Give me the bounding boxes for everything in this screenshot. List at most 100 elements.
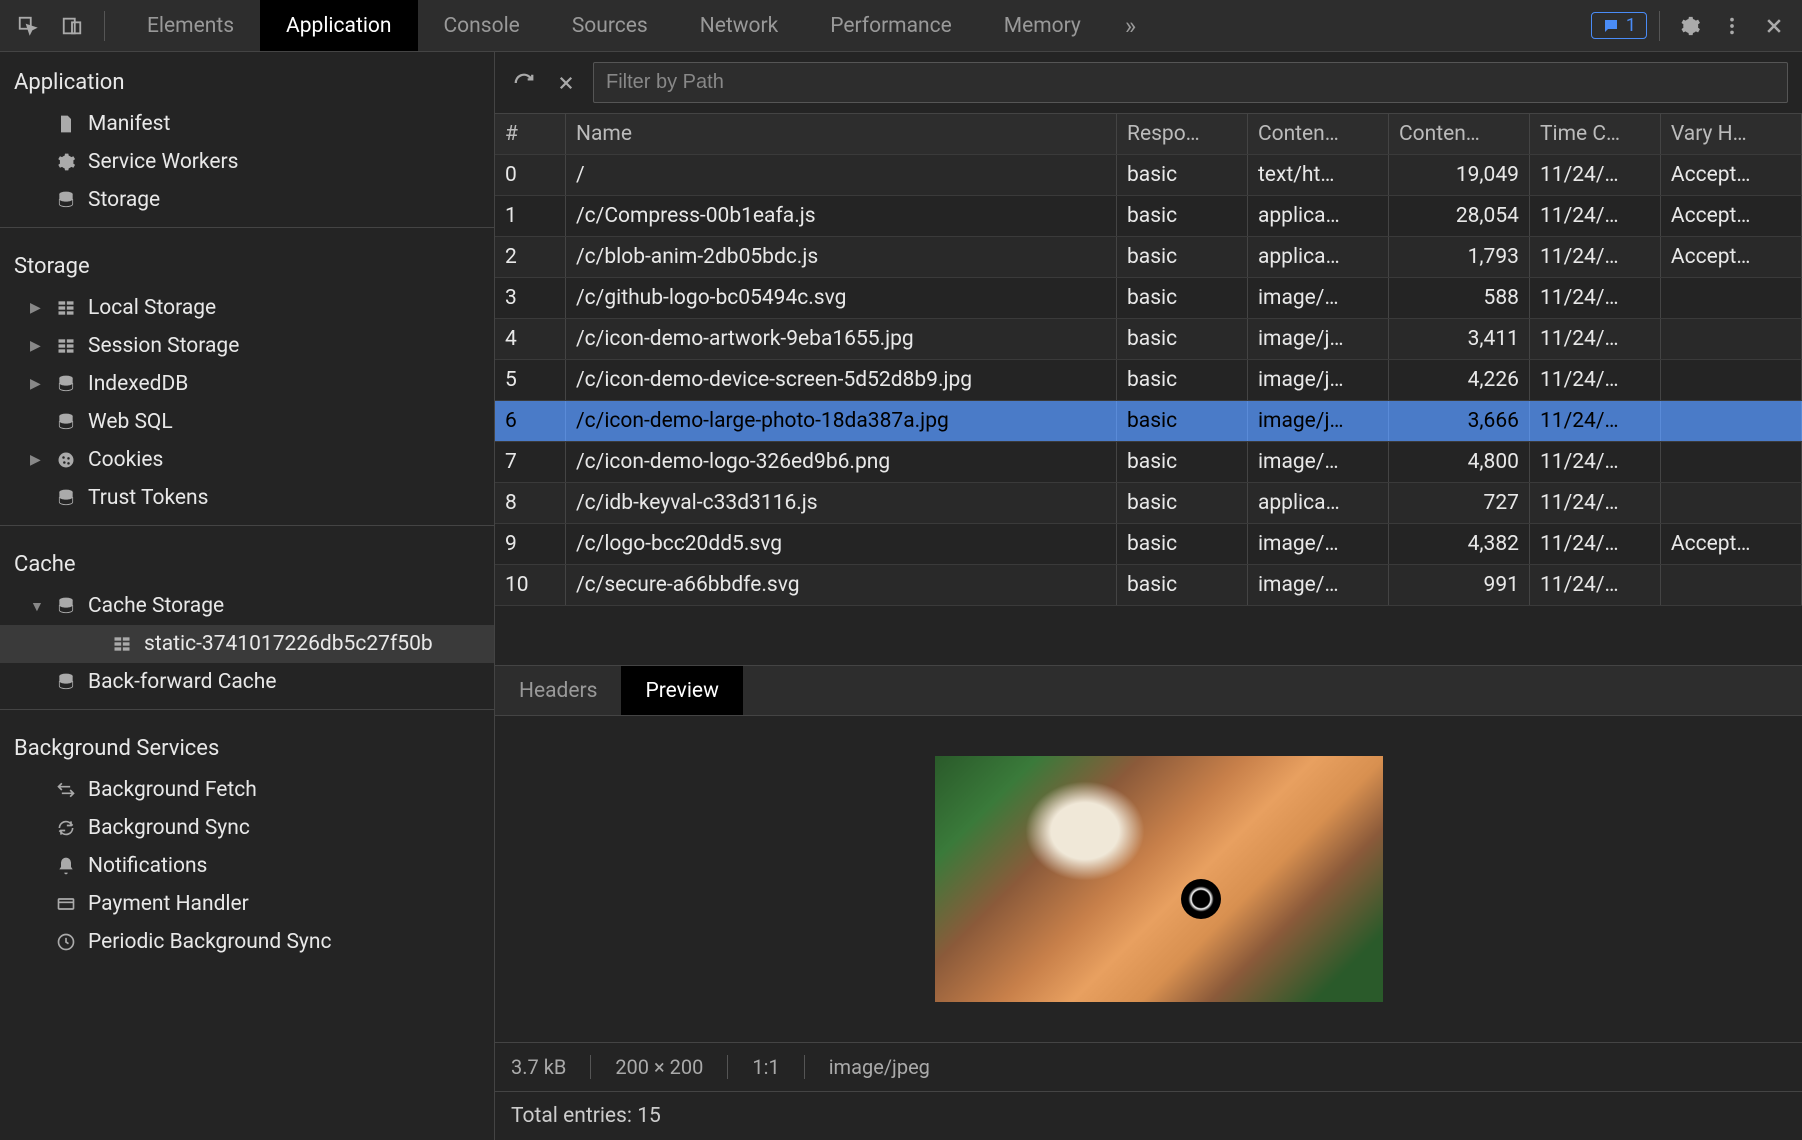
cell-idx: 0 [495, 155, 566, 196]
cell-idx: 4 [495, 319, 566, 360]
cell-time: 11/24/… [1529, 155, 1660, 196]
tab-console[interactable]: Console [418, 0, 546, 51]
sidebar-item-cookies[interactable]: ▶ Cookies [0, 441, 494, 479]
clear-icon[interactable] [551, 68, 581, 98]
cell-vary [1660, 360, 1801, 401]
table-icon [110, 632, 134, 656]
col-index[interactable]: # [495, 114, 566, 155]
cell-resp: basic [1117, 237, 1248, 278]
sidebar-item-label: Trust Tokens [88, 486, 208, 510]
cell-ctype: image/… [1247, 524, 1388, 565]
inspect-icon[interactable] [10, 8, 46, 44]
preview-size: 3.7 kB [511, 1055, 591, 1079]
sidebar-item-payment-handler[interactable]: Payment Handler [0, 885, 494, 923]
section-divider [0, 709, 494, 710]
tab-elements[interactable]: Elements [121, 0, 260, 51]
tabs-overflow[interactable]: » [1107, 0, 1154, 51]
table-row[interactable]: 7/c/icon-demo-logo-326ed9b6.pngbasicimag… [495, 442, 1802, 483]
tab-sources[interactable]: Sources [546, 0, 674, 51]
table-row[interactable]: 2/c/blob-anim-2db05bdc.jsbasicapplica…1,… [495, 237, 1802, 278]
cell-idx: 8 [495, 483, 566, 524]
sidebar-item-background-fetch[interactable]: Background Fetch [0, 771, 494, 809]
tab-memory[interactable]: Memory [978, 0, 1107, 51]
section-title: Application [0, 52, 494, 105]
detail-tab-preview[interactable]: Preview [621, 666, 742, 715]
cookie-icon [54, 448, 78, 472]
section-title: Storage [0, 236, 494, 289]
cell-clen: 4,226 [1388, 360, 1529, 401]
sidebar-item-cache-storage[interactable]: ▼Cache Storage [0, 587, 494, 625]
cell-name: /c/icon-demo-device-screen-5d52d8b9.jpg [566, 360, 1117, 401]
table-row[interactable]: 9/c/logo-bcc20dd5.svgbasicimage/…4,38211… [495, 524, 1802, 565]
cell-vary [1660, 401, 1801, 442]
preview-dimensions: 200 × 200 [591, 1055, 728, 1079]
cell-clen: 28,054 [1388, 196, 1529, 237]
col-vary-header[interactable]: Vary H… [1660, 114, 1801, 155]
sidebar-item-service-workers[interactable]: Service Workers [0, 143, 494, 181]
cell-name: /c/logo-bcc20dd5.svg [566, 524, 1117, 565]
col-response-type[interactable]: Respo… [1117, 114, 1248, 155]
detail-tab-headers[interactable]: Headers [495, 666, 621, 715]
sidebar-item-label: Cookies [88, 448, 163, 472]
cell-time: 11/24/… [1529, 401, 1660, 442]
cell-ctype: image/j… [1247, 360, 1388, 401]
refresh-icon[interactable] [509, 68, 539, 98]
sidebar-item-web-sql[interactable]: Web SQL [0, 403, 494, 441]
table-row[interactable]: 10/c/secure-a66bbdfe.svgbasicimage/…9911… [495, 565, 1802, 606]
cell-vary [1660, 278, 1801, 319]
table-row[interactable]: 3/c/github-logo-bc05494c.svgbasicimage/…… [495, 278, 1802, 319]
table-row[interactable]: 1/c/Compress-00b1eafa.jsbasicapplica…28,… [495, 196, 1802, 237]
sidebar-item-indexeddb[interactable]: ▶IndexedDB [0, 365, 494, 403]
section-title: Background Services [0, 718, 494, 771]
sidebar-item-label: Session Storage [88, 334, 239, 358]
table-row[interactable]: 5/c/icon-demo-device-screen-5d52d8b9.jpg… [495, 360, 1802, 401]
sidebar-item-background-sync[interactable]: Background Sync [0, 809, 494, 847]
col-name[interactable]: Name [566, 114, 1117, 155]
col-content-type[interactable]: Conten… [1247, 114, 1388, 155]
col-content-length[interactable]: Conten… [1388, 114, 1529, 155]
tab-application[interactable]: Application [260, 0, 417, 51]
filter-input[interactable] [593, 62, 1788, 103]
table-icon [54, 296, 78, 320]
caret-icon: ▶ [30, 338, 44, 354]
toolbar-divider [104, 11, 105, 41]
database-icon [54, 486, 78, 510]
cell-vary: Accept… [1660, 155, 1801, 196]
sidebar-item-trust-tokens[interactable]: Trust Tokens [0, 479, 494, 517]
sidebar-item-label: IndexedDB [88, 372, 188, 396]
preview-image [935, 756, 1383, 1002]
more-icon[interactable] [1714, 8, 1750, 44]
cell-name: /c/icon-demo-artwork-9eba1655.jpg [566, 319, 1117, 360]
cell-time: 11/24/… [1529, 196, 1660, 237]
settings-icon[interactable] [1672, 8, 1708, 44]
sidebar-item-periodic-background-sync[interactable]: Periodic Background Sync [0, 923, 494, 961]
cell-resp: basic [1117, 155, 1248, 196]
table-row[interactable]: 6/c/icon-demo-large-photo-18da387a.jpgba… [495, 401, 1802, 442]
messages-badge[interactable]: 1 [1591, 12, 1647, 39]
col-time-cached[interactable]: Time C… [1529, 114, 1660, 155]
sidebar-item-back-forward-cache[interactable]: Back-forward Cache [0, 663, 494, 701]
sidebar-item-local-storage[interactable]: ▶Local Storage [0, 289, 494, 327]
caret-icon: ▶ [30, 452, 44, 468]
sidebar-item-manifest[interactable]: Manifest [0, 105, 494, 143]
toolbar-left [0, 8, 121, 44]
cell-idx: 6 [495, 401, 566, 442]
sidebar-item-label: Cache Storage [88, 594, 224, 618]
cell-vary [1660, 483, 1801, 524]
device-toggle-icon[interactable] [54, 8, 90, 44]
table-row[interactable]: 4/c/icon-demo-artwork-9eba1655.jpgbasici… [495, 319, 1802, 360]
sidebar-item-static-3741017226db5c27f50b[interactable]: static-3741017226db5c27f50b [0, 625, 494, 663]
sidebar-item-session-storage[interactable]: ▶ Session Storage [0, 327, 494, 365]
sidebar-item-storage[interactable]: Storage [0, 181, 494, 219]
sidebar-item-notifications[interactable]: Notifications [0, 847, 494, 885]
cell-name: /c/idb-keyval-c33d3116.js [566, 483, 1117, 524]
close-icon[interactable] [1756, 8, 1792, 44]
tab-network[interactable]: Network [674, 0, 805, 51]
tab-performance[interactable]: Performance [804, 0, 977, 51]
cell-idx: 9 [495, 524, 566, 565]
table-row[interactable]: 0/basictext/ht…19,04911/24/…Accept… [495, 155, 1802, 196]
sidebar-item-label: Background Sync [88, 816, 250, 840]
table-row[interactable]: 8/c/idb-keyval-c33d3116.jsbasicapplica…7… [495, 483, 1802, 524]
cache-table: # Name Respo… Conten… Conten… Time C… Va… [495, 114, 1802, 666]
cell-vary [1660, 319, 1801, 360]
